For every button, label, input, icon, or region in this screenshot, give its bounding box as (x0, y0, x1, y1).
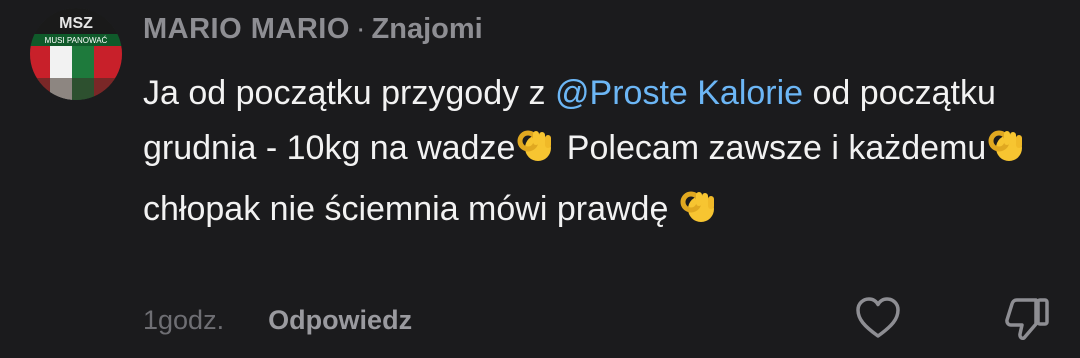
comment-header: MARIO MARIO · Znajomi (143, 12, 483, 46)
ok-hand-emoji-icon (517, 127, 555, 182)
comment-text: Ja od początku przygody z @Proste Kalori… (143, 66, 1043, 243)
avatar[interactable]: MSZ MUSI PANOWAĆ (30, 8, 122, 100)
avatar-top-text: MSZ (59, 15, 93, 32)
like-button[interactable] (855, 296, 901, 345)
comment-text-part: chłopak nie ściemnia mówi prawdę (143, 190, 678, 228)
dislike-button[interactable] (1003, 296, 1051, 347)
ok-hand-emoji-icon (680, 188, 718, 243)
avatar-image: MSZ MUSI PANOWAĆ (30, 8, 122, 100)
reply-button[interactable]: Odpowiedz (268, 305, 412, 336)
timestamp: 1godz. (143, 304, 225, 335)
heart-icon (856, 297, 900, 338)
header-separator: · (355, 13, 366, 45)
comment-footer: 1godz. Odpowiedz (143, 300, 412, 340)
comment-text-part: Polecam zawsze i każdemu (557, 129, 987, 167)
avatar-banner-text: MUSI PANOWAĆ (45, 36, 108, 45)
comment-text-part: Ja od początku przygody z (143, 74, 556, 112)
relation-label: Znajomi (371, 13, 483, 45)
ok-hand-emoji-icon (988, 127, 1026, 182)
thumbs-down-icon (1005, 298, 1049, 340)
mention-link[interactable]: @Proste Kalorie (555, 74, 803, 112)
author-name[interactable]: MARIO MARIO (143, 13, 350, 45)
